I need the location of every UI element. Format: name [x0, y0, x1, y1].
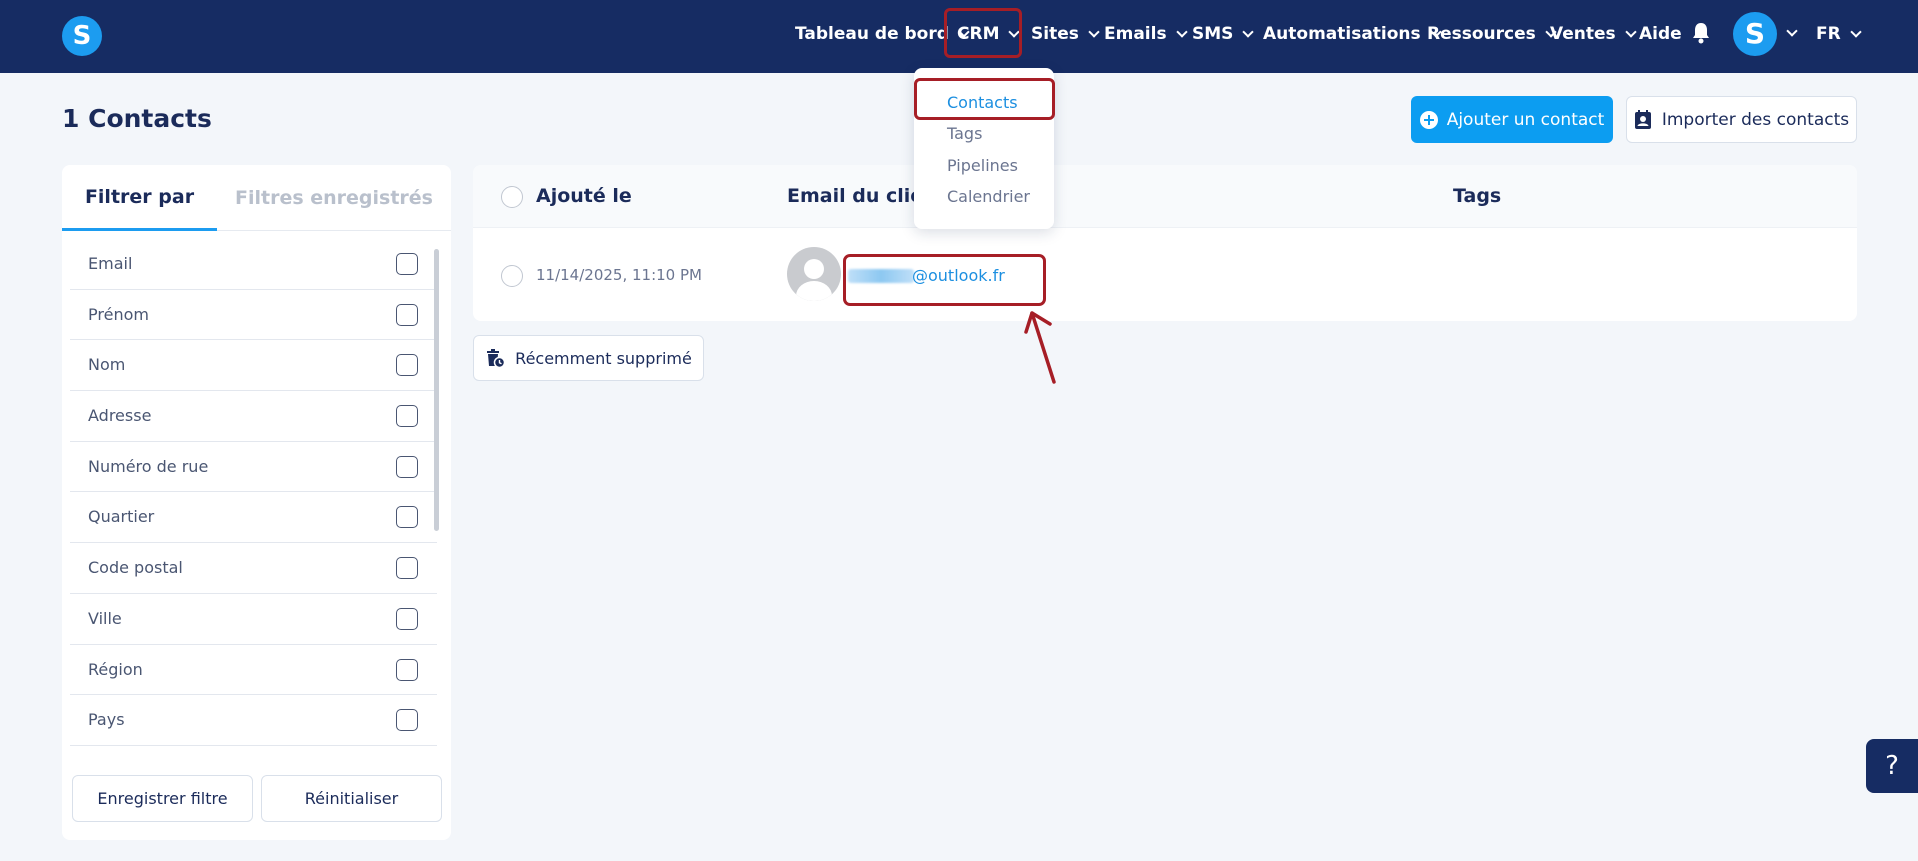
nav-emails-label: Emails	[1104, 24, 1167, 44]
top-navbar: S Tableau de bord CRM Sites Emails SMS A…	[0, 0, 1918, 73]
filter-checkbox[interactable]	[396, 354, 418, 377]
row-added-date: 11/14/2025, 11:10 PM	[536, 266, 702, 284]
filter-row-first-name[interactable]: Prénom	[70, 290, 437, 341]
nav-help-label: Aide	[1639, 24, 1682, 44]
filter-label: Code postal	[88, 558, 183, 578]
import-contacts-button[interactable]: Importer des contacts	[1626, 96, 1857, 143]
nav-sales[interactable]: Ventes	[1550, 22, 1637, 46]
chevron-down-icon	[1175, 25, 1188, 38]
menu-item-pipelines[interactable]: Pipelines	[947, 156, 1018, 175]
filter-checkbox[interactable]	[396, 658, 418, 681]
save-filter-button[interactable]: Enregistrer filtre	[72, 775, 253, 822]
filter-label: Région	[88, 659, 143, 679]
crm-highlight-box	[944, 8, 1022, 58]
nav-resources-label: Ressources	[1427, 24, 1536, 44]
email-highlight-box	[843, 254, 1046, 306]
filter-label: Prénom	[88, 304, 149, 324]
filter-list-scrollbar[interactable]	[434, 249, 439, 531]
filter-panel: Filtrer par Filtres enregistrés Email Pr…	[62, 165, 451, 840]
column-added-date[interactable]: Ajouté le	[536, 185, 632, 207]
tab-saved-filters[interactable]: Filtres enregistrés	[217, 165, 451, 231]
chevron-down-icon	[1850, 25, 1862, 38]
filter-row-district[interactable]: Quartier	[70, 492, 437, 544]
user-avatar[interactable]: S	[1733, 12, 1777, 56]
filter-checkbox[interactable]	[396, 506, 418, 529]
filter-row-city[interactable]: Ville	[70, 594, 437, 645]
plus-circle-icon	[1419, 110, 1438, 129]
filter-checkbox[interactable]	[396, 303, 418, 326]
filter-row-email[interactable]: Email	[70, 239, 437, 290]
import-contacts-label: Importer des contacts	[1661, 109, 1850, 130]
filter-checkbox[interactable]	[396, 607, 418, 630]
filter-row-postal-code[interactable]: Code postal	[70, 543, 437, 594]
chevron-down-icon[interactable]	[1786, 25, 1798, 37]
filter-row-country[interactable]: Pays	[70, 695, 437, 746]
brand-logo[interactable]: S	[62, 16, 102, 56]
row-select-radio[interactable]	[501, 265, 523, 287]
nav-emails[interactable]: Emails	[1104, 22, 1188, 46]
filter-row-street-number[interactable]: Numéro de rue	[70, 442, 437, 493]
filter-label: Email	[88, 254, 133, 273]
nav-dashboard[interactable]: Tableau de bord	[795, 22, 970, 46]
menu-item-calendar[interactable]: Calendrier	[947, 187, 1030, 206]
tab-filter-by[interactable]: Filtrer par	[62, 165, 217, 231]
contacts-highlight-box	[914, 78, 1055, 120]
trash-clock-icon	[487, 349, 506, 368]
nav-sites[interactable]: Sites	[1031, 22, 1100, 46]
contacts-table: Ajouté le Email du client Tags 11/14/202…	[473, 165, 1857, 321]
add-contact-label: Ajouter un contact	[1446, 109, 1605, 130]
nav-automations-label: Automatisations	[1263, 24, 1421, 44]
filter-field-list: Email Prénom Nom Adresse Numéro de rue Q…	[62, 239, 437, 746]
nav-sales-label: Ventes	[1550, 24, 1616, 44]
filter-label: Adresse	[88, 406, 152, 426]
filter-row-address[interactable]: Adresse	[70, 391, 437, 442]
filter-checkbox[interactable]	[396, 405, 418, 428]
nav-sites-label: Sites	[1031, 24, 1079, 44]
chevron-down-icon	[1088, 25, 1100, 38]
filter-label: Pays	[88, 710, 125, 730]
nav-sms-label: SMS	[1192, 24, 1234, 44]
filter-label: Nom	[88, 355, 126, 375]
page-title: 1 Contacts	[62, 104, 212, 133]
filter-label: Numéro de rue	[88, 456, 209, 476]
add-contact-button[interactable]: Ajouter un contact	[1411, 96, 1613, 143]
reset-filters-button[interactable]: Réinitialiser	[261, 775, 442, 822]
column-tags[interactable]: Tags	[1453, 185, 1501, 207]
filter-row-last-name[interactable]: Nom	[70, 340, 437, 392]
nav-resources[interactable]: Ressources	[1427, 22, 1557, 46]
contact-avatar	[787, 247, 841, 301]
nav-automations[interactable]: Automatisations	[1263, 22, 1442, 46]
table-header: Ajouté le Email du client Tags	[473, 165, 1857, 228]
filter-row-region[interactable]: Région	[70, 645, 437, 696]
nav-dashboard-label: Tableau de bord	[795, 24, 949, 44]
language-label: FR	[1816, 24, 1841, 44]
nav-sms[interactable]: SMS	[1192, 22, 1255, 46]
contact-card-icon	[1634, 109, 1651, 129]
filter-label: Quartier	[88, 507, 155, 527]
filter-checkbox[interactable]	[396, 557, 418, 580]
language-selector[interactable]: FR	[1816, 22, 1862, 46]
recently-deleted-button[interactable]: Récemment supprimé	[473, 335, 704, 381]
filter-checkbox[interactable]	[396, 709, 418, 732]
select-all-radio[interactable]	[501, 186, 523, 208]
menu-item-tags[interactable]: Tags	[947, 124, 982, 143]
filter-label: Ville	[88, 608, 122, 628]
bell-icon[interactable]	[1691, 22, 1711, 44]
filter-checkbox[interactable]	[396, 455, 418, 478]
filter-checkbox[interactable]	[396, 253, 418, 275]
chevron-down-icon	[1242, 25, 1255, 38]
chevron-down-icon	[1624, 25, 1637, 38]
nav-help[interactable]: Aide	[1639, 22, 1682, 46]
help-floating-button[interactable]: ?	[1866, 739, 1918, 793]
recently-deleted-label: Récemment supprimé	[515, 348, 692, 368]
